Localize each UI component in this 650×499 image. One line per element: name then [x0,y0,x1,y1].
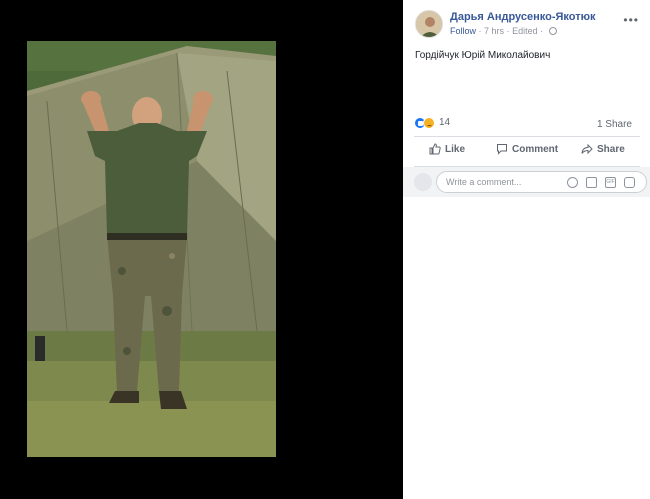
post-text: Гордійчук Юрій Миколайович [415,50,551,61]
comment-label: Comment [512,144,559,155]
like-button[interactable]: Like [429,143,465,155]
camera-icon[interactable] [586,177,597,188]
share-button[interactable]: Share [581,143,625,155]
meta-separator: · [540,26,546,36]
sad-reaction-icon[interactable] [423,117,435,129]
post-header: Дарья Андрусенко-Якотюк Follow · 7 hrs ·… [415,10,645,40]
post-actions: Like Comment Share [414,141,640,161]
reactions-bar: 14 1 Share [414,116,640,130]
globe-icon[interactable] [548,27,557,35]
edited-label[interactable]: Edited [512,26,538,36]
avatar-image [416,11,442,37]
comment-composer: Write a comment... GIF [403,167,650,197]
author-name[interactable]: Дарья Андрусенко-Якотюк [450,11,596,23]
comment-icon [497,144,507,155]
share-icon [581,143,593,155]
like-label: Like [445,144,466,155]
post-meta: Follow · 7 hrs · Edited · [450,26,557,36]
share-label: Share [597,144,625,155]
author-avatar[interactable] [415,10,443,38]
more-horizontal-icon[interactable]: ••• [623,14,639,26]
share-count[interactable]: 1 Share [597,119,632,130]
post-sidebar: Дарья Андрусенко-Якотюк Follow · 7 hrs ·… [403,0,650,499]
viewer-avatar [414,173,432,191]
comment-button[interactable]: Comment [496,143,558,155]
post-photo-image [27,41,276,457]
comment-input[interactable]: Write a comment... GIF [436,171,647,193]
photo-viewer: Дарья Андрусенко-Якотюк Follow · 7 hrs ·… [0,0,650,499]
reaction-count[interactable]: 14 [439,117,450,128]
divider [414,136,640,137]
photo-pane [0,0,403,499]
thumbs-up-icon [429,143,441,155]
gif-icon[interactable]: GIF [605,177,616,188]
post-photo[interactable] [27,41,276,457]
post-time[interactable]: 7 hrs [484,26,504,36]
follow-button[interactable]: Follow [450,26,476,36]
emoji-icon[interactable] [567,177,578,188]
sticker-icon[interactable] [624,177,635,188]
comment-placeholder: Write a comment... [446,177,522,187]
